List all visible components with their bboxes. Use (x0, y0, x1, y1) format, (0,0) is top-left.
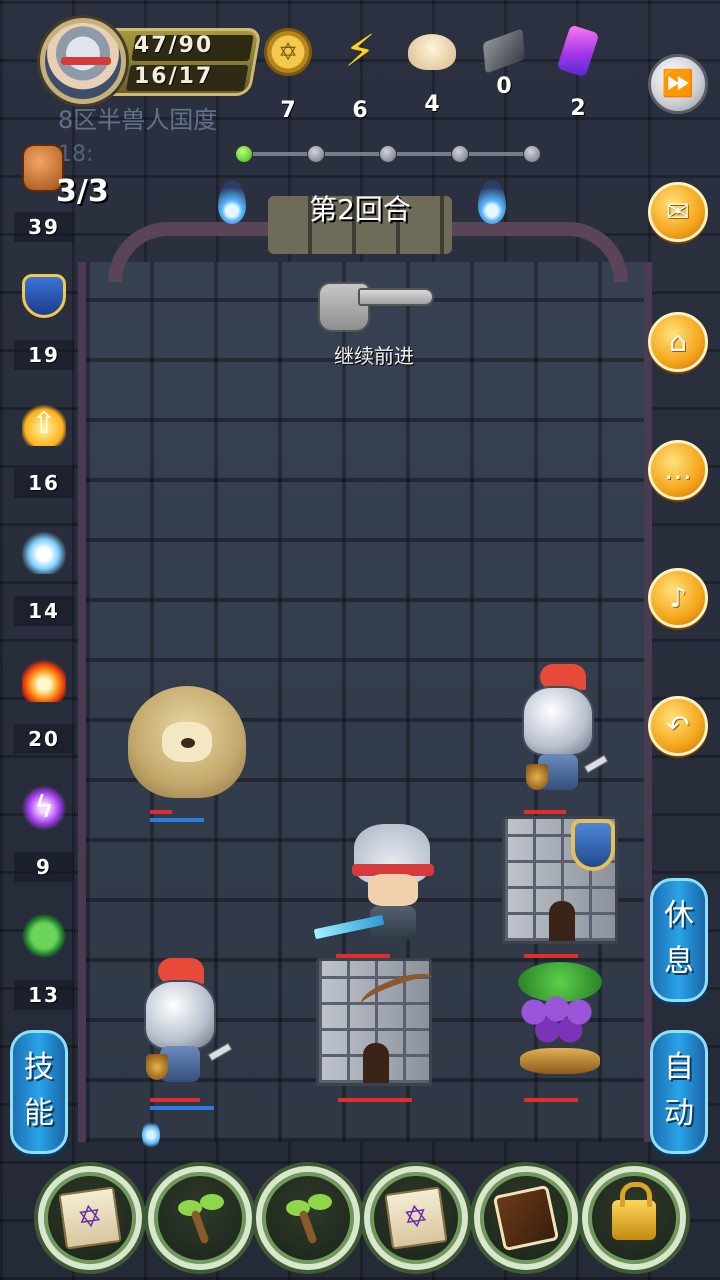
sprout-icon (280, 1190, 336, 1246)
skill-slot-4[interactable] (364, 1166, 468, 1270)
attack-ratio: 3/3 (56, 174, 109, 209)
chat-button[interactable]: … (648, 440, 708, 500)
skill-slot-6-locked[interactable] (582, 1166, 686, 1270)
stat-lightning-value: 9 (14, 852, 74, 882)
player-hp: 47/90 (134, 33, 214, 58)
grape-bush-item[interactable] (508, 962, 612, 1080)
resource-energy-value: 6 (352, 98, 368, 123)
stat-attack-value: 39 (14, 212, 74, 242)
chocolate-icon (492, 1184, 560, 1252)
auto-label-1: 自 (664, 1050, 694, 1085)
resource-energy: 6 (330, 28, 390, 123)
speaker-icon: ♪ (669, 581, 687, 614)
continue-forward-label[interactable]: 继续前进 (0, 340, 720, 369)
knight-enemy-bottom[interactable] (140, 958, 236, 1092)
skill-slot-5[interactable] (474, 1166, 578, 1270)
knight-bottom-hp-bar (150, 1098, 200, 1102)
fast-forward-icon: ⏩ (661, 69, 695, 99)
resource-gold-value: 7 (280, 98, 296, 123)
undo-button[interactable]: ↶ (648, 696, 708, 756)
overlay-zone-text: 8区半兽人国度 (58, 106, 218, 134)
stat-defense-value: 19 (14, 340, 74, 370)
shield-tower[interactable] (502, 816, 618, 944)
mail-button[interactable]: ✉ (648, 182, 708, 242)
steamed-bun-icon (408, 34, 456, 70)
resource-bun: 4 (402, 28, 462, 117)
resource-ore-value: 0 (496, 74, 512, 99)
iron-ore-icon (482, 28, 526, 74)
magic-scroll-icon (58, 1186, 122, 1250)
undo-arrow-icon: ↶ (666, 709, 690, 742)
magic-scroll-icon (384, 1186, 448, 1250)
poison-icon (22, 914, 66, 958)
auto-button[interactable]: 自 动 (650, 1030, 708, 1154)
chat-bubble-icon: … (664, 453, 692, 486)
auto-label-2: 动 (664, 1096, 694, 1131)
rest-label-1: 休 (664, 898, 694, 933)
shield-tower-hp-bar (524, 954, 578, 958)
rest-label-2: 息 (664, 944, 694, 979)
stage-node-4 (451, 145, 469, 163)
shield-icon (22, 274, 66, 318)
bow-tower[interactable] (316, 958, 437, 1086)
gold-coin-icon (264, 28, 312, 76)
rest-button[interactable]: 休 息 (650, 878, 708, 1002)
stat-fire-value: 20 (14, 724, 74, 754)
stat-levelup-value: 16 (14, 468, 74, 498)
skill-label-1: 技 (24, 1050, 54, 1085)
chow-dog-enemy[interactable] (128, 686, 246, 798)
sprout-icon (172, 1190, 228, 1246)
lock-icon (612, 1182, 656, 1240)
resource-crystal: 2 (548, 24, 608, 121)
pointing-hand-icon[interactable] (318, 282, 434, 332)
lightning-icon (22, 786, 66, 830)
level-up-icon (22, 402, 66, 446)
skill-label-2: 能 (24, 1096, 54, 1131)
resource-crystal-value: 2 (570, 96, 586, 121)
stat-water-value: 14 (14, 596, 74, 626)
dog-hp-bar (150, 810, 172, 814)
water-icon (22, 530, 66, 574)
resource-ore: 0 (474, 28, 534, 99)
dog-mp-bar (150, 818, 204, 822)
knight-bottom-mp-bar (150, 1106, 214, 1110)
stage-node-3 (379, 145, 397, 163)
sound-button[interactable]: ♪ (648, 568, 708, 628)
resource-gold: 7 (258, 28, 318, 123)
knight-enemy-top[interactable] (518, 664, 614, 804)
fast-forward-button[interactable]: ⏩ (648, 54, 708, 114)
skill-panel-button[interactable]: 技 能 (10, 1030, 68, 1154)
bow-tower-hp-bar (338, 1098, 412, 1102)
blue-wisp-icon (142, 1120, 160, 1150)
purple-crystal-icon (556, 24, 600, 78)
stat-poison-value: 13 (14, 980, 74, 1010)
fire-icon (22, 658, 66, 702)
player-avatar[interactable] (40, 18, 126, 104)
home-button[interactable]: ⌂ (648, 312, 708, 372)
energy-bolt-icon (336, 28, 384, 76)
grapes-hp-bar (524, 1098, 578, 1102)
stage-node-1 (235, 145, 253, 163)
player-hero[interactable] (313, 824, 440, 942)
resource-bun-value: 4 (424, 92, 440, 117)
skill-slot-1[interactable] (38, 1166, 142, 1270)
home-icon: ⌂ (669, 325, 687, 358)
mail-icon: ✉ (666, 195, 690, 228)
stage-node-2 (307, 145, 325, 163)
skill-slot-3[interactable] (256, 1166, 360, 1270)
player-sp: 16/17 (134, 64, 214, 89)
skill-slot-2[interactable] (148, 1166, 252, 1270)
knight-top-hp-bar (524, 810, 566, 814)
stage-node-5 (523, 145, 541, 163)
